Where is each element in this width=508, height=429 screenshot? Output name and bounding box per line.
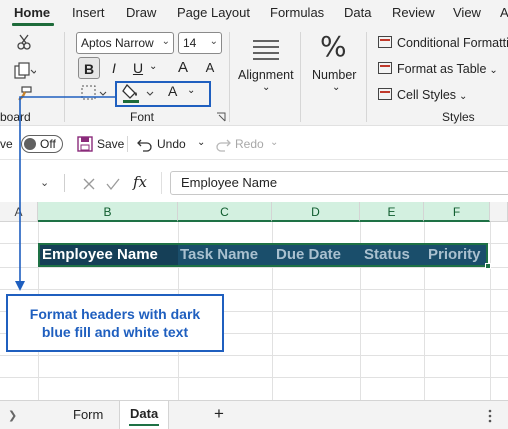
- sheet-tab-form[interactable]: Form: [73, 407, 103, 422]
- annotation-arrow: [15, 96, 115, 291]
- active-sheet-indicator: [129, 424, 159, 426]
- more-options-icon[interactable]: [488, 409, 492, 423]
- callout-line-1: Format headers with dark: [29, 306, 201, 322]
- sheet-tabs-bar: ❯ Form Data +: [0, 400, 508, 429]
- scroll-tabs-right-icon[interactable]: ❯: [8, 409, 17, 422]
- add-sheet-button[interactable]: +: [214, 404, 224, 424]
- callout-line-2: blue fill and white text: [41, 324, 189, 340]
- annotation-callout: Format headers with dark blue fill and w…: [6, 294, 224, 352]
